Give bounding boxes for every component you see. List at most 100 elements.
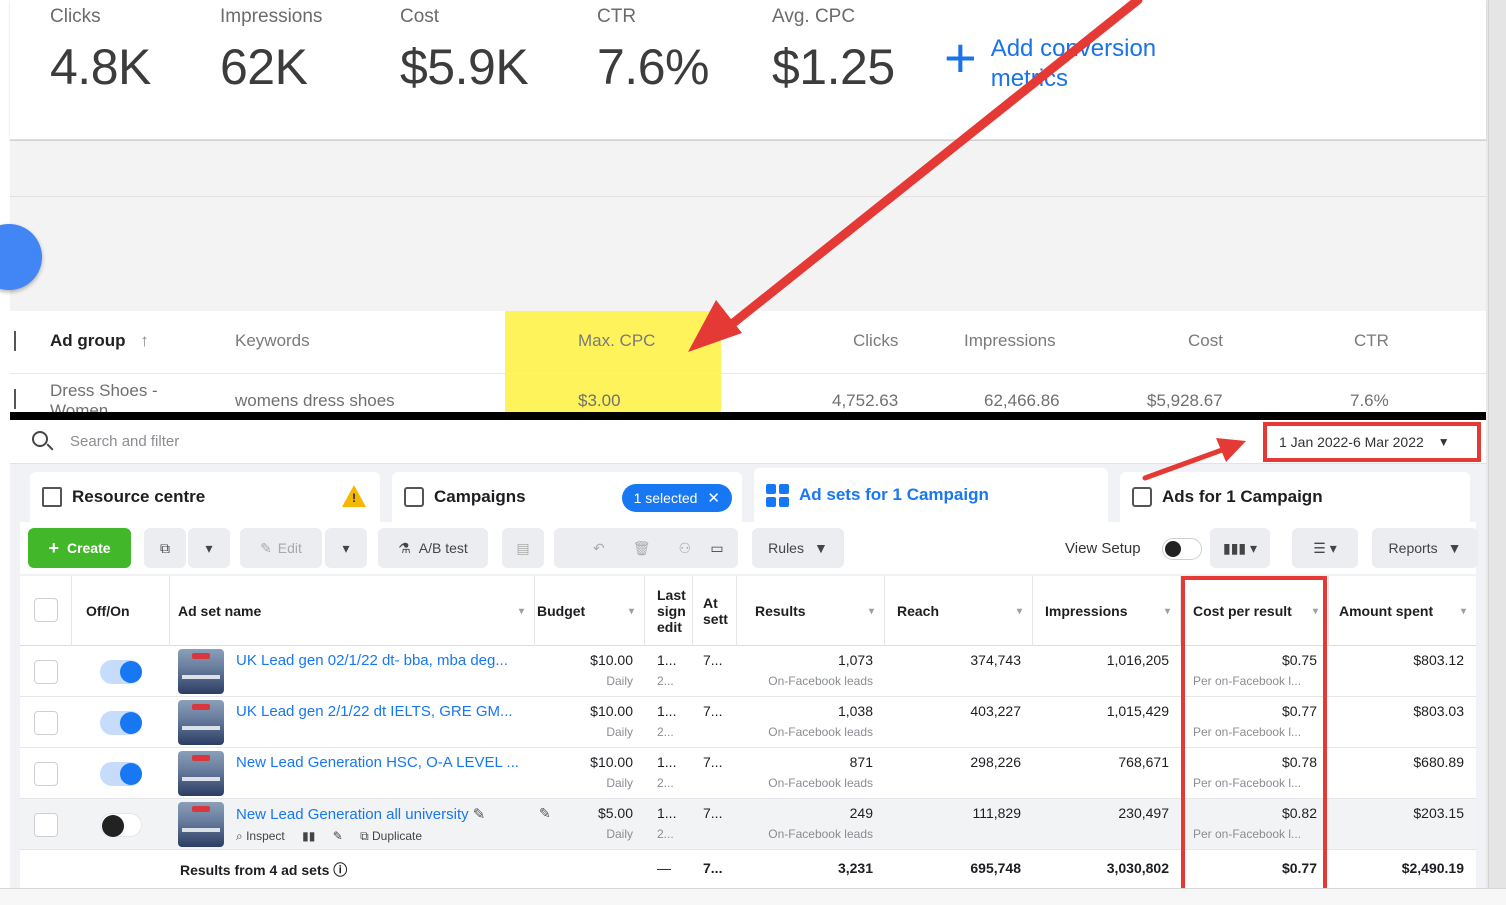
- metric-label: Cost: [400, 6, 440, 27]
- col-off-on[interactable]: Off/On: [72, 576, 170, 646]
- chart-icon[interactable]: ▮▮: [302, 829, 315, 843]
- search-bar: Search and filter 1 Jan 2022-6 Mar 2022 …: [10, 420, 1486, 464]
- col-max-cpc[interactable]: Max. CPC: [578, 331, 655, 351]
- breakdown-button[interactable]: ☰ ▾: [1292, 528, 1358, 568]
- flask-icon: ⚗: [398, 539, 411, 556]
- columns-button[interactable]: ▮▮▮ ▾: [1210, 528, 1270, 568]
- on-off-toggle[interactable]: [100, 762, 142, 786]
- col-label: Impressions: [1045, 603, 1128, 619]
- view-setup-label: View Setup: [1065, 540, 1141, 557]
- metric-cost[interactable]: Cost $5.9K: [400, 6, 529, 96]
- close-icon[interactable]: ✕: [707, 489, 720, 507]
- undo-icon[interactable]: ↶: [593, 540, 605, 557]
- row-checkbox[interactable]: [10, 331, 16, 351]
- people-icon[interactable]: ⚇: [678, 540, 691, 557]
- edit-dropdown[interactable]: ▾: [325, 528, 367, 568]
- cell-clicks: 4,752.63: [832, 391, 899, 410]
- col-clicks[interactable]: Clicks: [853, 331, 898, 351]
- col-ad-group[interactable]: Ad group ↑: [50, 331, 149, 351]
- search-input[interactable]: Search and filter: [70, 433, 179, 450]
- trash-icon[interactable]: 🗑: [633, 540, 651, 557]
- tab-ad-sets[interactable]: Ad sets for 1 Campaign: [754, 468, 1108, 522]
- metric-clicks[interactable]: Clicks 4.8K: [50, 6, 151, 96]
- col-reach[interactable]: Reach ▾: [885, 576, 1033, 646]
- cell-budget[interactable]: ✎ $5.00 Daily: [535, 799, 645, 850]
- info-icon[interactable]: ⓘ: [333, 862, 347, 878]
- tab-ads[interactable]: Ads for 1 Campaign: [1120, 472, 1470, 522]
- metric-label: Avg. CPC: [772, 6, 856, 27]
- reports-button[interactable]: Reports ▼: [1372, 528, 1478, 568]
- ad-set-name-link[interactable]: UK Lead gen 2/1/22 dt IELTS, GRE GM...: [236, 703, 513, 720]
- totals-last-edit: —: [657, 860, 671, 876]
- ad-set-name-link[interactable]: New Lead Generation HSC, O-A LEVEL ...: [236, 754, 519, 771]
- col-cost[interactable]: Cost: [1188, 331, 1223, 351]
- tab-resource-centre[interactable]: Resource centre !: [30, 472, 380, 522]
- pencil-icon[interactable]: ✎: [473, 806, 486, 823]
- col-last-edit[interactable]: Last sign edit: [645, 576, 693, 646]
- pencil-icon[interactable]: ✎: [333, 829, 343, 843]
- inspect-action[interactable]: ⌕ Inspect: [236, 829, 285, 843]
- ad-set-name-link[interactable]: UK Lead gen 02/1/22 dt- bba, mba deg...: [236, 652, 508, 669]
- duplicate-action[interactable]: ⧉ Duplicate: [360, 829, 422, 843]
- caret-down-icon: ▾: [342, 539, 350, 556]
- toolbar: + Create ⧉ ▾ ✎ Edit ▾ ⚗ A/B test ▤ ↶ 🗑 ⚇…: [20, 522, 1478, 574]
- row-checkbox[interactable]: [34, 813, 58, 837]
- col-impressions[interactable]: Impressions ▾: [1033, 576, 1181, 646]
- on-off-toggle[interactable]: [100, 711, 142, 735]
- clipboard-button[interactable]: ▤: [502, 528, 544, 568]
- metric-avg-cpc[interactable]: Avg. CPC $1.25: [772, 6, 895, 96]
- tab-campaigns[interactable]: Campaigns 1 selected ✕: [392, 472, 742, 522]
- budget-type: Daily: [606, 827, 633, 841]
- col-results[interactable]: Results ▾: [737, 576, 885, 646]
- cell-cost: $5,928.67: [1147, 391, 1223, 410]
- cell-max-cpc[interactable]: $3.00: [578, 391, 621, 411]
- cell-last-edit: 1... 2...: [657, 697, 693, 748]
- edit-button[interactable]: ✎ Edit: [240, 528, 322, 568]
- pencil-icon[interactable]: ✎: [539, 805, 551, 822]
- col-budget[interactable]: Budget ▾: [535, 576, 645, 646]
- metric-label: Clicks: [50, 6, 101, 27]
- cell-last-edit: 1... 2...: [657, 748, 693, 799]
- cell-amount-spent: $803.03: [1413, 703, 1464, 719]
- col-keywords[interactable]: Keywords: [235, 331, 310, 351]
- select-all-checkbox[interactable]: [34, 598, 58, 622]
- copy-icon: ⧉: [360, 829, 369, 843]
- sort-icon: ▾: [628, 605, 634, 617]
- select-all-cell: [20, 576, 72, 646]
- rules-button[interactable]: Rules ▼: [752, 528, 844, 568]
- ab-test-button[interactable]: ⚗ A/B test: [378, 528, 488, 568]
- on-off-toggle[interactable]: [100, 660, 142, 684]
- totals-text: Results from 4 ad sets: [180, 862, 330, 878]
- col-ad-set-name[interactable]: Ad set name ▾: [170, 576, 535, 646]
- col-ctr[interactable]: CTR: [1354, 331, 1389, 351]
- view-setup-toggle[interactable]: [1162, 538, 1202, 560]
- col-amount-spent[interactable]: Amount spent ▾: [1329, 576, 1476, 646]
- row-actions: ⌕ Inspect ▮▮ ✎ ⧉ Duplicate: [236, 829, 422, 844]
- tab-label: Campaigns: [434, 487, 526, 506]
- last-edit-sub: 2...: [657, 827, 674, 841]
- duplicate-dropdown[interactable]: ▾: [188, 528, 230, 568]
- duplicate-button[interactable]: ⧉: [144, 528, 186, 568]
- add-conversion-metrics-button[interactable]: + Add conversion metrics: [944, 30, 1171, 94]
- google-ads-metrics-panel: Clicks 4.8K Impressions 62K Cost $5.9K C…: [10, 0, 1486, 140]
- col-label: Results: [755, 603, 806, 619]
- on-off-toggle[interactable]: [100, 813, 142, 837]
- comment-button[interactable]: ▭: [696, 528, 738, 568]
- create-button[interactable]: + Create: [28, 528, 131, 568]
- ad-thumbnail: [178, 802, 224, 847]
- selected-pill[interactable]: 1 selected ✕: [621, 484, 732, 512]
- col-attribution[interactable]: At sett: [693, 576, 737, 646]
- ad-set-name-link[interactable]: New Lead Generation all university ✎: [236, 805, 485, 823]
- row-checkbox[interactable]: [34, 711, 58, 735]
- col-impressions[interactable]: Impressions: [964, 331, 1056, 351]
- row-checkbox[interactable]: [34, 762, 58, 786]
- metric-ctr[interactable]: CTR 7.6%: [597, 6, 709, 96]
- row-checkbox[interactable]: [34, 660, 58, 684]
- cell-amount-spent: $803.12: [1413, 652, 1464, 668]
- row-checkbox[interactable]: [10, 389, 16, 409]
- cell-attribution: 7...: [703, 703, 723, 719]
- cell-reach: 111,829: [972, 805, 1021, 821]
- metric-impressions[interactable]: Impressions 62K: [220, 6, 322, 96]
- cell-last-edit: 1... 2...: [657, 646, 693, 697]
- date-range-picker[interactable]: 1 Jan 2022-6 Mar 2022 ▼: [1263, 422, 1481, 462]
